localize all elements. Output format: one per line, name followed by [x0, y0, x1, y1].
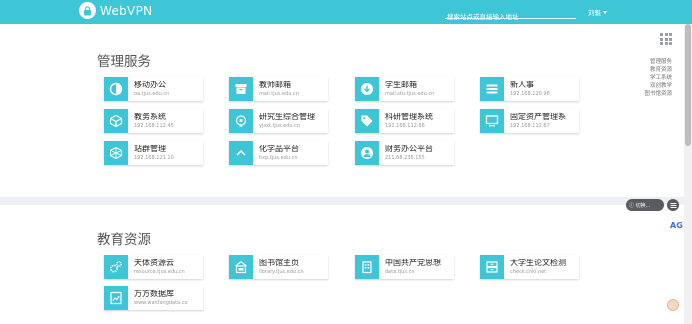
apps-grid-icon[interactable] — [660, 33, 672, 45]
card-subtitle: mail.stu.tjus.edu.cn — [385, 91, 435, 97]
webvpn-logo[interactable]: WebVPN — [79, 2, 152, 19]
app-card-cpc-thought[interactable]: 中国共产党思想 data.tjus.cn — [355, 255, 454, 279]
ag-badge[interactable]: AG — [670, 221, 683, 230]
side-nav-item-innovation[interactable]: 双创教学 — [632, 82, 672, 90]
card-subtitle: 192.168.112.45 — [134, 123, 174, 129]
card-title: 科研管理系统 — [385, 113, 433, 121]
tag-icon — [355, 109, 379, 133]
chevron-up-icon — [229, 141, 253, 165]
card-subtitle: www.wanfangdata.co — [134, 300, 188, 306]
card-title: 新人事 — [510, 81, 534, 89]
logo-text: WebVPN — [100, 3, 153, 18]
card-title: 站群管理 — [134, 145, 166, 153]
section-title-education: 教育资源 — [97, 232, 151, 248]
app-card-resource-cloud[interactable]: 天体资源云 resource.tjus.edu.cn — [104, 255, 203, 279]
app-card-mobile-office[interactable]: 移动办公 oa.tjus.edu.cn — [104, 77, 203, 101]
floating-menu-button[interactable] — [667, 199, 679, 211]
card-subtitle: 192.168.112.66 — [385, 123, 425, 129]
app-card-library-home[interactable]: 图书馆主页 library.tjus.edu.cn — [229, 255, 328, 279]
top-bar: WebVPN 刘魁 — [0, 0, 692, 24]
card-subtitle: library.tjus.edu.cn — [259, 269, 304, 275]
app-card-fixed-assets[interactable]: 固定资产管理系 192.168.112.67 — [480, 109, 579, 133]
side-nav-item-management[interactable]: 管理服务 — [632, 58, 672, 66]
app-card-chemical-platform[interactable]: 化学品平台 hxp.tjus.edu.cn — [229, 141, 328, 165]
floating-pill-label: ⓘ 切换... — [629, 202, 651, 209]
network-cube-icon — [104, 141, 128, 165]
section-title-management: 管理服务 — [97, 54, 151, 70]
app-card-graduate-management[interactable]: 研究生综合管理 yjsxt.tjus.edu.cn — [229, 109, 328, 133]
cabinet-icon — [480, 255, 504, 279]
card-title: 图书馆主页 — [259, 259, 299, 267]
card-subtitle: 192.168.120.98 — [510, 91, 550, 97]
card-subtitle: mail.tjus.edu.cn — [259, 91, 299, 97]
card-subtitle: resource.tjus.edu.cn — [134, 269, 185, 275]
section-education — [0, 205, 684, 324]
search-box — [445, 4, 576, 24]
card-title: 中国共产党思想 — [385, 259, 441, 267]
library-icon — [229, 255, 253, 279]
chart-doc-icon — [104, 286, 128, 310]
card-title: 研究生综合管理 — [259, 113, 315, 121]
list-icon — [480, 77, 504, 101]
card-subtitle: 192.168.121.10 — [134, 155, 174, 161]
card-subtitle: 211.68.236.155 — [385, 155, 425, 161]
card-subtitle: 192.168.112.67 — [510, 123, 550, 129]
download-circle-icon — [355, 77, 379, 101]
user-circle-icon — [355, 141, 379, 165]
vertical-scrollbar[interactable] — [684, 24, 692, 324]
app-card-teacher-mail[interactable]: 教师邮箱 mail.tjus.edu.cn — [229, 77, 328, 101]
app-card-wanfang-database[interactable]: 万方数据库 www.wanfangdata.co — [104, 286, 203, 310]
app-card-student-mail[interactable]: 学生邮箱 mail.stu.tjus.edu.cn — [355, 77, 454, 101]
card-title: 学生邮箱 — [385, 81, 417, 89]
side-nav: 管理服务 教育资源 学工系统 双创教学 图书馆资源 — [632, 58, 672, 98]
monitor-icon — [480, 109, 504, 133]
cube-icon — [104, 109, 128, 133]
app-card-site-group[interactable]: 站群管理 192.168.121.10 — [104, 141, 203, 165]
lightbulb-gear-icon — [229, 109, 253, 133]
card-title: 大学生论文检测 — [510, 259, 566, 267]
card-title: 教师邮箱 — [259, 81, 291, 89]
card-subtitle: data.tjus.cn — [385, 269, 415, 275]
archive-box-icon — [229, 77, 253, 101]
gears-icon — [104, 255, 128, 279]
scrollbar-thumb[interactable] — [685, 24, 691, 146]
app-card-finance-platform[interactable]: 财务办公平台 211.68.236.155 — [355, 141, 454, 165]
floating-switch-pill[interactable]: ⓘ 切换... — [626, 199, 664, 211]
lock-icon — [79, 2, 96, 19]
app-card-thesis-check[interactable]: 大学生论文检测 check.cnki.net — [480, 255, 579, 279]
side-nav-item-student-affairs[interactable]: 学工系统 — [632, 74, 672, 82]
app-card-research-management[interactable]: 科研管理系统 192.168.112.66 — [355, 109, 454, 133]
half-circle-icon — [104, 77, 128, 101]
card-subtitle: oa.tjus.edu.cn — [134, 91, 170, 97]
caret-down-icon — [603, 10, 607, 14]
app-card-academic-system[interactable]: 教务系统 192.168.112.45 — [104, 109, 203, 133]
menu-icon — [670, 202, 676, 208]
side-nav-item-library[interactable]: 图书馆资源 — [632, 90, 672, 98]
card-title: 固定资产管理系 — [510, 113, 566, 121]
app-card-new-hr[interactable]: 新人事 192.168.120.98 — [480, 77, 579, 101]
search-input[interactable] — [445, 10, 576, 24]
card-subtitle: yjsxt.tjus.edu.cn — [259, 123, 301, 129]
side-nav-item-education[interactable]: 教育资源 — [632, 66, 672, 74]
building-icon — [355, 255, 379, 279]
user-name: 刘魁 — [588, 9, 601, 17]
card-subtitle: check.cnki.net — [510, 269, 547, 275]
card-title: 化学品平台 — [259, 145, 299, 153]
card-title: 移动办公 — [134, 81, 166, 89]
card-title: 教务系统 — [134, 113, 166, 121]
user-menu[interactable]: 刘魁 — [588, 7, 607, 17]
card-title: 万方数据库 — [134, 290, 174, 298]
assistant-avatar[interactable] — [667, 299, 679, 311]
card-title: 天体资源云 — [134, 259, 174, 267]
section-separator — [0, 197, 684, 205]
card-title: 财务办公平台 — [385, 145, 433, 153]
card-subtitle: hxp.tjus.edu.cn — [259, 155, 298, 161]
